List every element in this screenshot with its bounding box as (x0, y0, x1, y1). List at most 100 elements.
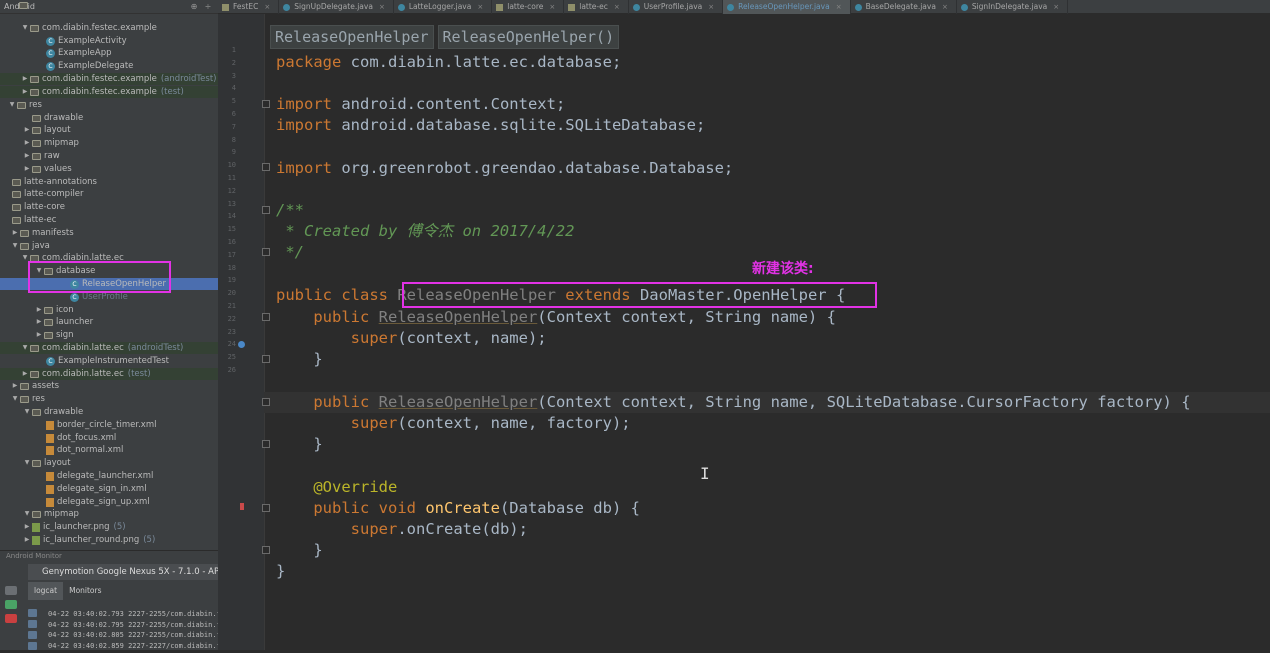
trash-icon[interactable] (28, 609, 37, 617)
editor-tab[interactable]: ReleaseOpenHelper.java × (723, 0, 851, 14)
close-icon[interactable]: × (836, 0, 842, 14)
editor-tab[interactable]: latte-ec × (564, 0, 629, 14)
fold-marker-icon[interactable] (262, 398, 270, 406)
tree-item[interactable]: ▶ assets (0, 380, 243, 392)
fold-marker-icon[interactable] (262, 504, 270, 512)
tree-item[interactable]: ▼ layout (0, 457, 243, 469)
tree-item[interactable]: ▶ sign (0, 329, 243, 341)
tree-item[interactable]: ▶ launcher (0, 316, 243, 328)
fold-marker-icon[interactable] (262, 546, 270, 554)
chevron-down-icon[interactable]: ▼ (22, 457, 32, 469)
chevron-right-icon[interactable]: ▶ (22, 137, 32, 149)
tree-item[interactable]: dot_focus.xml (0, 432, 243, 444)
restart-icon[interactable] (28, 642, 37, 650)
close-icon[interactable]: × (1053, 0, 1059, 14)
fold-marker-icon[interactable] (262, 163, 270, 171)
chevron-down-icon[interactable]: ▼ (10, 240, 20, 252)
fold-marker-icon[interactable] (262, 206, 270, 214)
tree-item[interactable]: ▼ res (0, 393, 243, 405)
fold-marker-icon[interactable] (262, 440, 270, 448)
chevron-right-icon[interactable]: ▶ (22, 521, 32, 533)
chevron-right-icon[interactable]: ▶ (20, 86, 30, 98)
chevron-down-icon[interactable]: ▼ (22, 508, 32, 520)
tree-item[interactable]: delegate_launcher.xml (0, 470, 243, 482)
chevron-right-icon[interactable]: ▶ (22, 163, 32, 175)
record-icon[interactable] (5, 600, 17, 609)
editor-tab[interactable]: FestEC × (218, 0, 280, 14)
editor-tab[interactable]: BaseDelegate.java × (851, 0, 957, 14)
fold-marker-icon[interactable] (262, 248, 270, 256)
chevron-right-icon[interactable]: ▶ (22, 124, 32, 136)
tree-item[interactable]: C ExampleApp (0, 47, 243, 59)
tree-item[interactable]: ▶ com.diabin.festec.example (androidTest) (0, 73, 243, 85)
stop-icon[interactable] (5, 614, 17, 623)
chevron-down-icon[interactable]: ▼ (10, 393, 20, 405)
editor-tab[interactable]: SignUpDelegate.java × (279, 0, 394, 14)
chevron-right-icon[interactable]: ▶ (34, 316, 44, 328)
chevron-right-icon[interactable]: ▶ (20, 73, 30, 85)
close-icon[interactable]: × (942, 0, 948, 14)
tree-item[interactable]: ▶ icon (0, 304, 243, 316)
tree-item[interactable]: ▼ com.diabin.festec.example (0, 22, 243, 34)
tree-item[interactable]: ▶ com.diabin.latte.ec (test) (0, 368, 243, 380)
tree-item[interactable]: latte-compiler (0, 188, 243, 200)
tree-item[interactable]: latte-annotations (0, 176, 243, 188)
filter-icon[interactable] (28, 631, 37, 639)
implements-icon[interactable] (240, 503, 244, 510)
tree-item[interactable]: ▶ ic_launcher_round.png (5) (0, 534, 243, 546)
chevron-right-icon[interactable]: ▶ (22, 534, 32, 546)
breadcrumb-class[interactable]: ReleaseOpenHelper (270, 25, 434, 49)
fold-marker-icon[interactable] (262, 100, 270, 108)
close-icon[interactable]: × (549, 0, 555, 14)
chevron-down-icon[interactable]: ▼ (7, 99, 17, 111)
tree-item[interactable]: ▶ ic_launcher.png (5) (0, 521, 243, 533)
tree-item[interactable]: dot_normal.xml (0, 444, 243, 456)
device-selector[interactable]: Genymotion Google Nexus 5X - 7.1.0 - API… (28, 564, 244, 580)
chevron-right-icon[interactable]: ▶ (10, 380, 20, 392)
tree-item[interactable]: ▼ java (0, 240, 243, 252)
tree-item[interactable]: latte-core (0, 201, 243, 213)
camera-icon[interactable] (5, 586, 17, 595)
tree-item[interactable]: C ExampleInstrumentedTest (0, 355, 243, 367)
fold-marker-icon[interactable] (262, 313, 270, 321)
chevron-right-icon[interactable]: ▶ (34, 329, 44, 341)
override-icon[interactable] (238, 341, 245, 348)
tree-item[interactable]: drawable (0, 112, 243, 124)
editor-tab[interactable]: UserProfile.java × (629, 0, 724, 14)
chevron-down-icon[interactable]: ▼ (22, 406, 32, 418)
tree-item[interactable]: ▶ com.diabin.festec.example (test) (0, 86, 243, 98)
tree-item[interactable]: ▶ layout (0, 124, 243, 136)
editor-tab[interactable]: SignInDelegate.java × (957, 0, 1069, 14)
tree-item[interactable]: ▶ values (0, 163, 243, 175)
tree-item[interactable]: ▶ raw (0, 150, 243, 162)
close-icon[interactable]: × (379, 0, 385, 14)
tree-item[interactable] (0, 0, 243, 11)
editor-tab[interactable]: LatteLogger.java × (394, 0, 493, 14)
tree-item[interactable]: C ExampleDelegate (0, 60, 243, 72)
tree-item[interactable]: ▼ res (0, 99, 243, 111)
tree-item[interactable]: delegate_sign_up.xml (0, 496, 243, 508)
breadcrumb-constructor[interactable]: ReleaseOpenHelper() (437, 25, 620, 49)
tree-item[interactable]: ▼ com.diabin.latte.ec (androidTest) (0, 342, 243, 354)
tree-item[interactable]: ▶ mipmap (0, 137, 243, 149)
close-icon[interactable]: × (264, 0, 270, 14)
tab-logcat[interactable]: logcat (28, 582, 64, 600)
chevron-right-icon[interactable]: ▶ (34, 304, 44, 316)
chevron-right-icon[interactable]: ▶ (20, 368, 30, 380)
scroll-icon[interactable] (28, 620, 37, 628)
chevron-down-icon[interactable]: ▼ (20, 22, 30, 34)
tree-item[interactable]: border_circle_timer.xml (0, 419, 243, 431)
close-icon[interactable]: × (708, 0, 714, 14)
tree-item[interactable]: latte-ec (0, 214, 243, 226)
tree-item[interactable]: C ExampleActivity (0, 35, 243, 47)
tree-item[interactable]: ▶ manifests (0, 227, 243, 239)
fold-marker-icon[interactable] (262, 355, 270, 363)
chevron-right-icon[interactable]: ▶ (10, 227, 20, 239)
editor-tab[interactable]: latte-core × (492, 0, 565, 14)
tree-item[interactable]: ▼ mipmap (0, 508, 243, 520)
chevron-right-icon[interactable]: ▶ (22, 150, 32, 162)
tab-monitors[interactable]: Monitors (63, 582, 107, 600)
tree-item[interactable]: delegate_sign_in.xml (0, 483, 243, 495)
tree-item[interactable]: ▼ drawable (0, 406, 243, 418)
close-icon[interactable]: × (477, 0, 483, 14)
